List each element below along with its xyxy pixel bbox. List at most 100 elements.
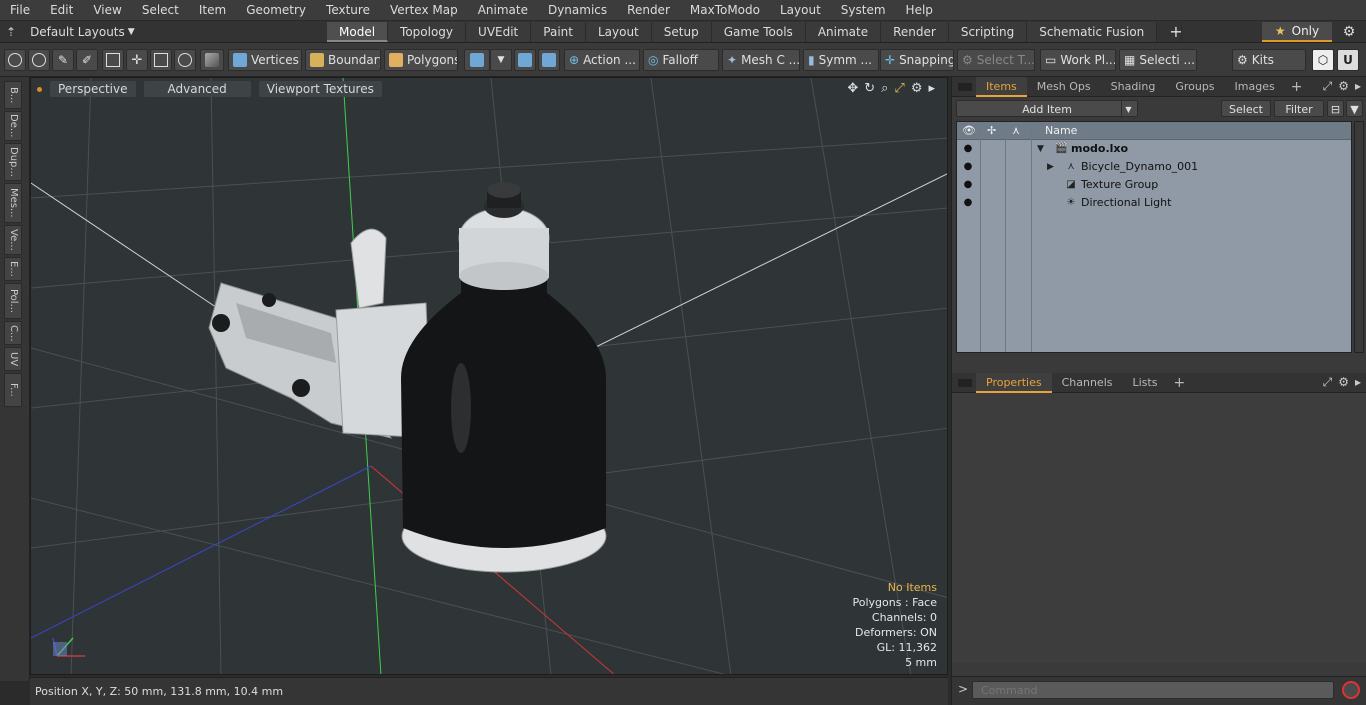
add-tab-icon[interactable]: + bbox=[1157, 22, 1183, 42]
menu-texture[interactable]: Texture bbox=[316, 0, 380, 21]
tab-game-tools[interactable]: Game Tools bbox=[711, 22, 806, 42]
expand-icon[interactable]: ⤢ bbox=[1323, 79, 1333, 94]
item-mode-button[interactable] bbox=[200, 49, 224, 71]
menu-help[interactable]: Help bbox=[896, 0, 943, 21]
rotate-icon[interactable]: ↻ bbox=[864, 81, 875, 96]
panel-arrow-icon[interactable]: ▸ bbox=[1355, 375, 1361, 390]
add-panel-tab-icon[interactable]: + bbox=[1167, 373, 1191, 393]
tab-properties[interactable]: Properties bbox=[976, 372, 1052, 393]
menu-file[interactable]: File bbox=[0, 0, 40, 21]
left-tab-polygon[interactable]: Pol... bbox=[4, 283, 22, 319]
panel-menu-icon[interactable] bbox=[958, 378, 972, 387]
menu-item[interactable]: Item bbox=[189, 0, 236, 21]
polygons-button[interactable]: Polygons bbox=[384, 49, 458, 71]
material-button[interactable] bbox=[464, 49, 490, 71]
panel-arrow-icon[interactable]: ▸ bbox=[1355, 79, 1361, 94]
name-column-header[interactable]: Name bbox=[1045, 122, 1077, 140]
left-tab-curve[interactable]: C... bbox=[4, 321, 22, 345]
layout-selector[interactable]: ⇡ Default Layouts ▼ bbox=[6, 23, 135, 41]
boundary-button[interactable]: Boundary bbox=[305, 49, 381, 71]
add-item-button[interactable]: Add Item ▼ bbox=[956, 100, 1138, 118]
left-tab-uv[interactable]: UV bbox=[4, 347, 22, 371]
material-dropdown[interactable]: ▼ bbox=[490, 49, 512, 71]
tab-items[interactable]: Items bbox=[976, 76, 1027, 97]
tree-row-scene[interactable]: ● ▼ 🎬 modo.lxo bbox=[957, 140, 1351, 158]
menu-system[interactable]: System bbox=[831, 0, 896, 21]
menu-select[interactable]: Select bbox=[132, 0, 189, 21]
menu-dynamics[interactable]: Dynamics bbox=[538, 0, 617, 21]
action-center-button[interactable]: ⊕ Action ... bbox=[564, 49, 640, 71]
menu-edit[interactable]: Edit bbox=[40, 0, 83, 21]
shield-button[interactable] bbox=[514, 49, 536, 71]
items-scrollbar[interactable] bbox=[1354, 121, 1364, 353]
tab-mesh-ops[interactable]: Mesh Ops bbox=[1027, 77, 1101, 97]
3d-viewport[interactable]: Perspective Advanced Viewport Textures ✥… bbox=[30, 77, 948, 675]
symmetry-button[interactable]: ▮ Symm ... bbox=[803, 49, 879, 71]
select-through-button[interactable]: ⚙ Select T... bbox=[957, 49, 1035, 71]
left-tab-vertex[interactable]: Ve... bbox=[4, 225, 22, 255]
center-button[interactable]: ✛ bbox=[126, 49, 148, 71]
tab-layout[interactable]: Layout bbox=[585, 22, 652, 42]
left-tab-basic[interactable]: B... bbox=[4, 81, 22, 109]
tab-topology[interactable]: Topology bbox=[388, 22, 467, 42]
tab-render[interactable]: Render bbox=[881, 22, 949, 42]
brush-button[interactable]: ✐ bbox=[76, 49, 98, 71]
snapping-button[interactable]: ✛ Snapping bbox=[880, 49, 954, 71]
left-tab-fusion[interactable]: F... bbox=[4, 373, 22, 407]
advanced-button[interactable]: Advanced bbox=[143, 81, 251, 97]
expand-icon[interactable]: ⤢ bbox=[1323, 375, 1333, 390]
menu-maxtomodo[interactable]: MaxToModo bbox=[680, 0, 770, 21]
tab-lists[interactable]: Lists bbox=[1123, 373, 1168, 393]
eye-icon[interactable]: ● bbox=[962, 143, 974, 155]
menu-geometry[interactable]: Geometry bbox=[236, 0, 316, 21]
tab-animate[interactable]: Animate bbox=[805, 22, 882, 42]
left-tab-mesh-edit[interactable]: Mes... bbox=[4, 183, 22, 223]
falloff-button[interactable]: ◎ Falloff bbox=[643, 49, 719, 71]
only-toggle[interactable]: ★ Only bbox=[1262, 22, 1332, 42]
filter-button[interactable]: Filter bbox=[1274, 100, 1324, 117]
pen-button[interactable]: ✎ bbox=[52, 49, 74, 71]
tab-model[interactable]: Model bbox=[327, 22, 389, 42]
perspective-button[interactable]: Perspective bbox=[50, 81, 136, 97]
menu-animate[interactable]: Animate bbox=[468, 0, 538, 21]
panel-gear-icon[interactable]: ⚙ bbox=[1338, 79, 1349, 94]
maximize-icon[interactable]: ⤢ bbox=[894, 81, 904, 96]
align-button[interactable] bbox=[102, 49, 124, 71]
panel-gear-icon[interactable]: ⚙ bbox=[1338, 375, 1349, 390]
unreal-button[interactable]: U bbox=[1337, 49, 1359, 71]
lock-col-icon[interactable]: ✢ bbox=[987, 122, 996, 140]
menu-render[interactable]: Render bbox=[617, 0, 680, 21]
selection-sets-button[interactable]: ▦ Selecti ... bbox=[1119, 49, 1197, 71]
expand-arrow-icon[interactable]: ▼ bbox=[1037, 140, 1044, 158]
select-mode-button[interactable] bbox=[4, 49, 26, 71]
panel-menu-icon[interactable] bbox=[958, 82, 972, 91]
tree-row-mesh[interactable]: ● ▶ ⋏ Bicycle_Dynamo_001 bbox=[957, 158, 1351, 176]
zoom-icon[interactable]: ⌕ bbox=[881, 81, 888, 96]
eye-icon[interactable]: ● bbox=[962, 161, 974, 173]
tab-scripting[interactable]: Scripting bbox=[948, 22, 1028, 42]
tab-schematic-fusion[interactable]: Schematic Fusion bbox=[1027, 22, 1158, 42]
viewport-gear-icon[interactable]: ⚙ bbox=[911, 81, 923, 96]
mesh-constraint-button[interactable]: ✦ Mesh C ... bbox=[722, 49, 800, 71]
left-tab-edge[interactable]: E... bbox=[4, 257, 22, 281]
tree-row-light[interactable]: ● ☀ Directional Light bbox=[957, 194, 1351, 212]
tab-setup[interactable]: Setup bbox=[651, 22, 712, 42]
shield-alt-button[interactable] bbox=[538, 49, 560, 71]
menu-view[interactable]: View bbox=[83, 0, 131, 21]
items-tree[interactable]: 👁 ✢ ⋏ Name ● ▼ 🎬 modo.lxo ● ▶ ⋏ Bicycle_… bbox=[956, 121, 1352, 353]
type-col-icon[interactable]: ⋏ bbox=[1012, 122, 1020, 140]
tree-row-texture-group[interactable]: ● ◪ Texture Group bbox=[957, 176, 1351, 194]
tab-channels[interactable]: Channels bbox=[1052, 373, 1123, 393]
viewport-textures-button[interactable]: Viewport Textures bbox=[258, 81, 382, 97]
tab-uvedit[interactable]: UVEdit bbox=[466, 22, 532, 42]
vertices-button[interactable]: Vertices bbox=[228, 49, 302, 71]
clock-button[interactable] bbox=[174, 49, 196, 71]
left-tab-duplicate[interactable]: Dup... bbox=[4, 143, 22, 181]
gear-icon[interactable]: ⚙ bbox=[1338, 22, 1360, 42]
eye-icon[interactable]: ● bbox=[962, 197, 974, 209]
tab-images[interactable]: Images bbox=[1225, 77, 1285, 97]
left-tab-deform[interactable]: De... bbox=[4, 111, 22, 141]
add-panel-tab-icon[interactable]: + bbox=[1285, 77, 1309, 97]
tab-paint[interactable]: Paint bbox=[531, 22, 586, 42]
tab-groups[interactable]: Groups bbox=[1165, 77, 1224, 97]
